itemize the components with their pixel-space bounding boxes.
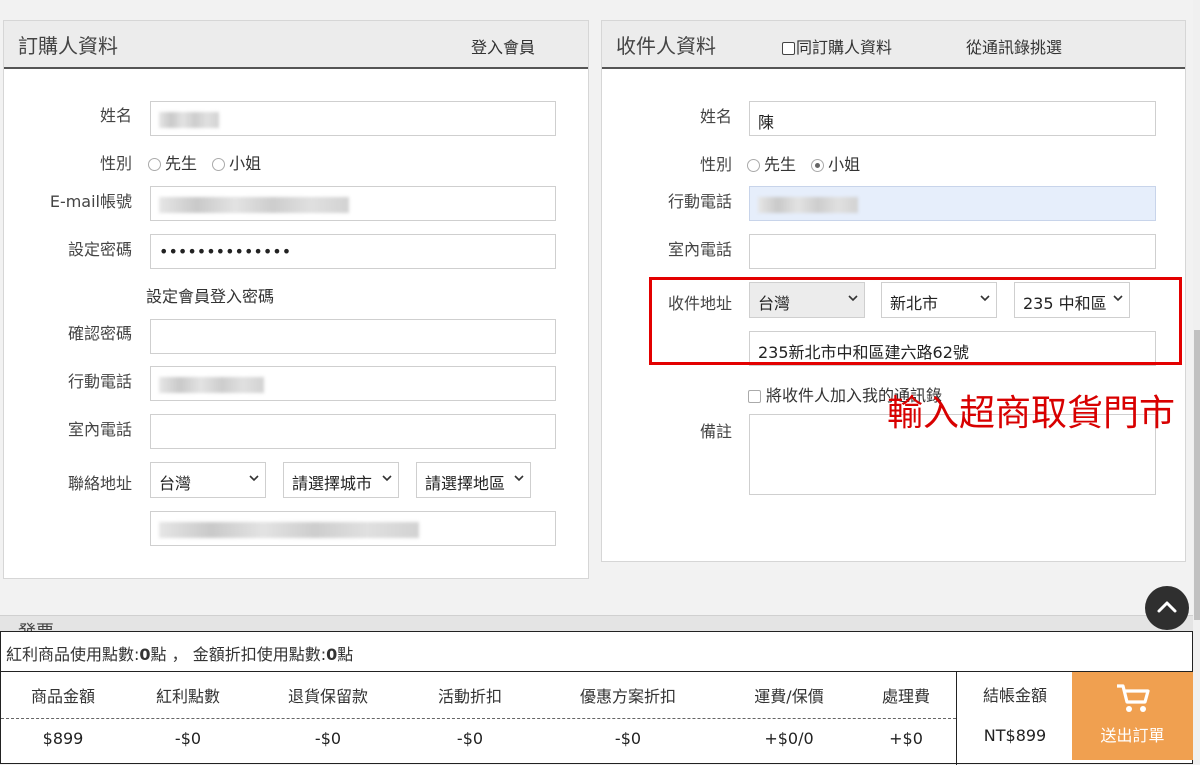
orderer-country-select[interactable]: 台灣 bbox=[150, 462, 266, 498]
promo-discount-value: -$0 bbox=[614, 729, 642, 748]
discount-points-unit: 點 bbox=[337, 645, 354, 664]
orderer-name-label: 姓名 bbox=[99, 106, 132, 125]
orderer-password-input[interactable]: •••••••••••••• bbox=[150, 234, 556, 269]
checkbox-icon bbox=[748, 390, 761, 403]
radio-icon bbox=[212, 158, 226, 171]
bonus-points-value: 0 bbox=[139, 645, 151, 664]
col-head-event-discount: 活動折扣 bbox=[437, 687, 502, 706]
summary-divider bbox=[1, 718, 956, 719]
invoice-heading: 發票 bbox=[18, 618, 54, 632]
invoice-section-header: 發票 bbox=[0, 615, 1193, 632]
col-head-handling: 處理費 bbox=[881, 687, 930, 706]
recipient-gender-group: 先生 小姐 bbox=[747, 151, 860, 175]
recipient-mobile-label: 行動電話 bbox=[667, 192, 732, 211]
event-discount-value: -$0 bbox=[456, 729, 484, 748]
total-divider bbox=[956, 672, 957, 765]
orderer-phone-input[interactable] bbox=[150, 414, 556, 449]
bonus-value: -$0 bbox=[174, 729, 202, 748]
from-contacts-link[interactable]: 從通訊錄挑選 bbox=[966, 34, 1062, 58]
col-head-bonus: 紅利點數 bbox=[155, 687, 220, 706]
subtotal-value: $899 bbox=[42, 729, 84, 748]
orderer-gender-label: 性別 bbox=[99, 154, 132, 173]
orderer-gender-group: 先生 小姐 bbox=[148, 150, 261, 174]
page-scrollbar-thumb[interactable] bbox=[1194, 330, 1200, 620]
orderer-confirm-input[interactable] bbox=[150, 319, 556, 354]
recipient-gender-mr[interactable]: 先生 bbox=[747, 155, 796, 174]
radio-selected-icon bbox=[811, 159, 825, 172]
checkbox-icon bbox=[782, 42, 795, 55]
orderer-name-input[interactable] bbox=[150, 101, 556, 136]
orderer-district-select[interactable]: 請選擇地區 bbox=[416, 462, 531, 498]
radio-icon bbox=[148, 158, 161, 171]
chevron-down-icon bbox=[382, 475, 392, 482]
annotation-highlight-box bbox=[649, 277, 1182, 365]
col-head-subtotal: 商品金額 bbox=[30, 687, 95, 706]
orderer-gender-ms[interactable]: 小姐 bbox=[212, 154, 261, 173]
discount-points-value: 0 bbox=[326, 645, 338, 664]
recipient-name-label: 姓名 bbox=[699, 107, 732, 126]
orderer-phone-label: 室內電話 bbox=[67, 420, 132, 439]
points-usage-row: 紅利商品使用點數:0點 ， 金額折扣使用點數:0點 bbox=[1, 632, 1192, 672]
annotation-text: 輸入超商取貨門市 bbox=[887, 393, 1176, 434]
recipient-gender-ms[interactable]: 小姐 bbox=[811, 155, 860, 174]
submit-order-button[interactable]: 送出訂單 bbox=[1072, 672, 1193, 760]
col-head-return-hold: 退貨保留款 bbox=[287, 687, 368, 706]
shipping-value: +$0/0 bbox=[764, 729, 814, 748]
return-hold-value: -$0 bbox=[314, 729, 342, 748]
same-as-orderer-checkbox[interactable]: 同訂購人資料 bbox=[782, 34, 892, 58]
arrow-up-icon bbox=[1157, 601, 1177, 613]
points-separator: ， bbox=[166, 645, 193, 664]
order-summary-bar: 紅利商品使用點數:0點 ， 金額折扣使用點數:0點 商品金額 紅利點數 退貨保留… bbox=[0, 631, 1193, 765]
recipient-phone-input[interactable] bbox=[749, 234, 1156, 269]
orderer-address-input[interactable] bbox=[150, 511, 556, 546]
col-head-total: 結帳金額 bbox=[982, 686, 1047, 705]
cart-icon bbox=[1117, 684, 1150, 712]
orderer-title: 訂購人資料 bbox=[18, 34, 118, 58]
recipient-phone-label: 室內電話 bbox=[667, 240, 732, 259]
orderer-mobile-label: 行動電話 bbox=[67, 372, 132, 391]
orderer-city-select[interactable]: 請選擇城市 bbox=[283, 462, 399, 498]
orderer-address-label: 聯絡地址 bbox=[67, 474, 132, 493]
recipient-note-label: 備註 bbox=[699, 422, 732, 441]
orderer-password-label: 設定密碼 bbox=[67, 240, 132, 259]
col-head-shipping: 運費/保價 bbox=[754, 687, 824, 706]
col-head-promo-discount: 優惠方案折扣 bbox=[579, 687, 676, 706]
total-value: NT$899 bbox=[983, 726, 1047, 745]
orderer-gender-mr[interactable]: 先生 bbox=[148, 154, 197, 173]
login-member-link[interactable]: 登入會員 bbox=[471, 34, 535, 58]
orderer-mobile-input[interactable] bbox=[150, 366, 556, 401]
orderer-confirm-label: 確認密碼 bbox=[67, 324, 132, 343]
chevron-down-icon bbox=[249, 475, 259, 482]
submit-order-label: 送出訂單 bbox=[1100, 726, 1165, 745]
orderer-panel-header: 訂購人資料 登入會員 bbox=[4, 21, 588, 69]
orderer-email-label: E-mail帳號 bbox=[49, 192, 132, 211]
bonus-points-label: 紅利商品使用點數: bbox=[6, 645, 140, 664]
recipient-name-input[interactable]: 陳 bbox=[749, 101, 1156, 136]
bonus-points-unit: 點 bbox=[150, 645, 167, 664]
orderer-password-hint: 設定會員登入密碼 bbox=[146, 287, 275, 306]
recipient-title: 收件人資料 bbox=[616, 34, 716, 58]
radio-icon bbox=[747, 159, 760, 172]
discount-points-label: 金額折扣使用點數: bbox=[192, 645, 327, 664]
back-to-top-button[interactable] bbox=[1145, 586, 1189, 630]
chevron-down-icon bbox=[514, 475, 524, 482]
orderer-email-input[interactable] bbox=[150, 186, 556, 221]
recipient-gender-label: 性別 bbox=[699, 155, 732, 174]
recipient-mobile-input[interactable] bbox=[749, 186, 1156, 221]
handling-value: +$0 bbox=[889, 729, 923, 748]
recipient-panel-header: 收件人資料 同訂購人資料 從通訊錄挑選 bbox=[602, 21, 1185, 69]
